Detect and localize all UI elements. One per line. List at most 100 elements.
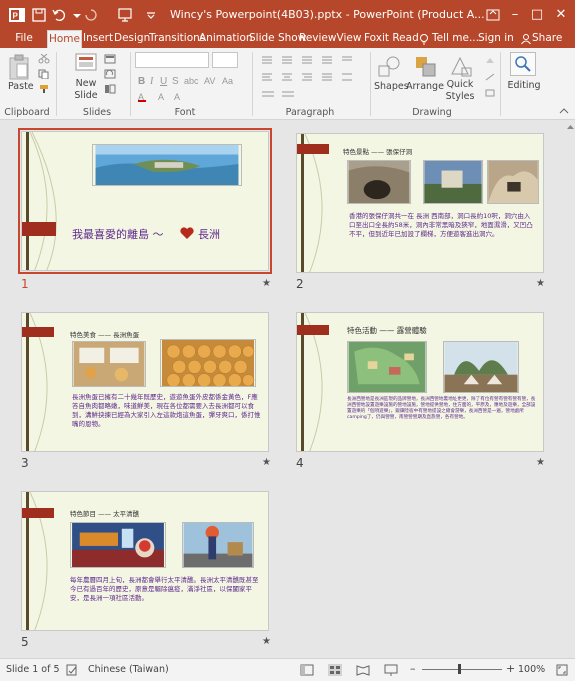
slide-thumbnail-4[interactable]: 特色活動 —— 露營體驗 長洲西營地是長洲區現的品牌營地，長洲西營地裏地址更更，… [296,312,544,452]
transition-star-icon[interactable]: ★ [536,278,545,289]
slide-number-2: 2 [296,277,304,291]
language-indicator[interactable]: Chinese (Taiwan) [88,664,169,675]
reset-icon[interactable] [104,69,116,79]
tab-slide-show[interactable]: Slide Show [249,30,306,48]
heart-icon [180,227,194,239]
collapse-ribbon-icon[interactable] [558,106,570,116]
find-magnifier-icon [515,56,531,72]
slides-group-label: Slides [82,107,112,118]
close-button[interactable]: ✕ [548,4,574,26]
tab-animation[interactable]: Animation [199,30,253,48]
share-button[interactable]: Share [532,30,562,48]
share-person-icon [521,34,531,45]
group-divider [130,52,131,116]
festival-parade-photo [70,522,166,568]
window-title: Wincy's Powerpoint(4B03).pptx - PowerPoi… [170,8,485,21]
maximize-button[interactable]: □ [524,4,550,26]
transition-star-icon[interactable]: ★ [262,636,271,647]
slide-thumbnail-3[interactable]: 特色美食 —— 長洲魚蛋 長洲魚蛋已擁有二十幾年既歷史，遊遊魚蛋外皮都係金黃色，… [21,312,269,452]
shape-outline-icon[interactable] [484,72,496,82]
arrange-button[interactable]: Arrange [406,81,444,92]
sign-in-link[interactable]: Sign in [478,30,514,48]
save-icon[interactable] [30,6,48,24]
paste-icon[interactable] [8,54,30,80]
title-bar: P Wincy's Powerpoint(4B03).pptx - PowerP… [0,0,575,30]
slide-4-body: 長洲西營地是長洲區現的品牌營地，長洲西營地裏地址更更，除了有位有營有營有營有營，… [347,397,536,420]
svg-text:U: U [160,76,167,86]
slideshow-from-start-icon[interactable] [116,6,134,24]
zoom-level[interactable]: 100% [518,664,545,675]
powerpoint-logo-icon[interactable]: P [8,6,26,24]
editing-button[interactable]: Editing [504,80,544,91]
new-slide-icon[interactable] [74,52,98,74]
reading-view-icon[interactable] [356,664,370,676]
section-icon[interactable] [104,84,116,94]
customize-qat-icon[interactable] [142,6,160,24]
tab-review[interactable]: Review [299,30,336,48]
slide-title-tab [22,222,56,236]
quick-styles-dropdown[interactable]: Styles [444,91,476,102]
bun-tower-photo [182,522,254,568]
rock-formation-photo [487,160,539,204]
zoom-slider-track[interactable] [422,669,502,670]
arrange-icon[interactable] [413,54,439,80]
zoom-out-button[interactable]: – [410,662,416,675]
shape-effects-icon[interactable] [484,88,496,98]
normal-view-icon[interactable] [300,664,314,676]
spelling-check-icon[interactable] [66,664,78,676]
shapes-icon[interactable] [376,54,402,80]
layout-icon[interactable] [104,54,116,64]
fit-to-window-icon[interactable] [556,664,568,676]
slide-thumbnail-2[interactable]: 特色景點 —— 張保仔洞 香港的張保仔洞共一在 長洲 西南部，洞口長約10呎，洞… [296,133,544,273]
tell-me-box[interactable]: Tell me... [432,30,479,48]
svg-text:A: A [158,92,164,102]
slide-number-5: 5 [21,635,29,649]
slide-title-tab [22,508,54,518]
redo-icon[interactable] [82,6,100,24]
cut-icon[interactable] [38,54,50,64]
tab-home[interactable]: Home [47,30,82,48]
new-slide-dropdown[interactable]: Slide [72,90,100,101]
font-color-buttons-icon[interactable]: A A A [136,90,236,102]
slide-2-body: 香港的張保仔洞共一在 長洲 西南部，洞口長約10呎，洞穴由入口至出口全長約58米… [349,212,533,238]
undo-icon[interactable] [50,6,68,24]
transition-star-icon[interactable]: ★ [536,457,545,468]
font-name-select[interactable] [135,52,209,68]
scroll-up-arrow-icon[interactable] [566,123,575,131]
cheung-chau-aerial-photo [92,144,242,186]
quick-styles-button[interactable]: Quick [444,79,476,90]
tab-design[interactable]: Design [114,30,150,48]
copy-icon[interactable] [38,69,50,79]
svg-text:S: S [172,76,179,86]
zoom-slider-thumb[interactable] [458,664,461,674]
shapes-button[interactable]: Shapes [374,81,409,92]
editing-button-frame[interactable] [510,52,536,76]
slide-thumbnail-1[interactable]: 我最喜愛的離島 ～ 長洲 [18,128,272,274]
slide-1-title: 我最喜愛的離島 ～ [72,228,164,241]
shape-fill-icon[interactable] [484,56,496,66]
transition-star-icon[interactable]: ★ [262,457,271,468]
font-group-label: Font [174,107,196,118]
paragraph-buttons-icon[interactable] [260,54,368,102]
zoom-in-button[interactable]: + [506,662,515,675]
tab-view[interactable]: View [336,30,362,48]
new-slide-button[interactable]: New [72,78,100,89]
slide-sorter-view-icon[interactable] [328,664,342,676]
slide-thumbnail-5[interactable]: 特色節目 —— 太平清醮 每年農曆四月上旬，長洲都會舉行太平清醮。長洲太平清醮既… [21,491,269,631]
paste-button[interactable]: Paste [8,81,34,92]
vertical-scrollbar[interactable] [566,121,575,658]
ribbon-options-icon [486,9,500,21]
tab-transitions[interactable]: Transitions [149,30,205,48]
tab-foxit-reader[interactable]: Foxit Read [364,30,419,48]
transition-star-icon[interactable]: ★ [262,278,271,289]
slideshow-view-icon[interactable] [384,664,398,676]
svg-text:Aa: Aa [222,76,233,86]
tab-file[interactable]: File [10,30,38,48]
svg-text:P: P [13,12,19,21]
font-size-select[interactable] [212,52,238,68]
slide-number-1: 1 [21,277,29,291]
tab-insert[interactable]: Insert [83,30,113,48]
font-format-buttons-icon[interactable]: B I U S abc AV Aa [136,74,236,86]
quick-styles-icon[interactable] [448,54,474,80]
format-painter-icon[interactable] [38,84,50,94]
